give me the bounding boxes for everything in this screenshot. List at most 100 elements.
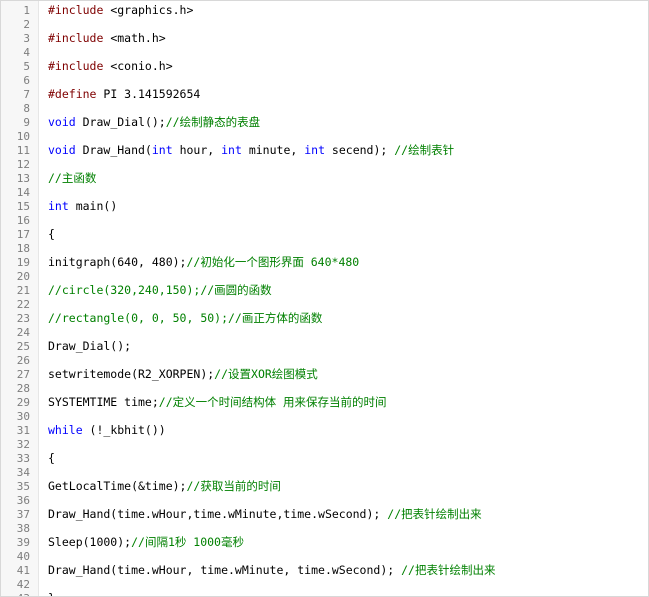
code-token: { bbox=[48, 451, 55, 465]
code-line[interactable]: 35 GetLocalTime(&time);//获取当前的时间 bbox=[1, 479, 648, 493]
code-line[interactable]: 10 bbox=[1, 129, 648, 143]
code-line[interactable]: 17 { bbox=[1, 227, 648, 241]
code-line[interactable]: 40 bbox=[1, 549, 648, 563]
code-token: //主函数 bbox=[48, 171, 97, 185]
code-token: //间隔1秒 1000毫秒 bbox=[131, 535, 244, 549]
line-number: 28 bbox=[16, 381, 30, 395]
code-line[interactable]: 33 { bbox=[1, 451, 648, 465]
line-number: 15 bbox=[16, 199, 30, 213]
code-line[interactable]: 30 bbox=[1, 409, 648, 423]
line-number: 27 bbox=[16, 367, 30, 381]
code-token: #include bbox=[48, 31, 104, 45]
code-text: int main() bbox=[48, 199, 117, 213]
code-line[interactable]: 41 Draw_Hand(time.wHour, time.wMinute, ti… bbox=[1, 563, 648, 577]
code-line[interactable]: 22 bbox=[1, 297, 648, 311]
code-token: #include bbox=[48, 59, 104, 73]
code-line[interactable]: 23 //rectangle(0, 0, 50, 50);//画正方体的函数 bbox=[1, 311, 648, 325]
line-number: 34 bbox=[16, 465, 30, 479]
code-token: Draw_Dial(); bbox=[48, 339, 132, 353]
line-number: 1 bbox=[23, 3, 30, 17]
line-number: 42 bbox=[16, 577, 30, 591]
code-token: //设置XOR绘图模式 bbox=[214, 367, 318, 381]
code-line[interactable]: 25 Draw_Dial(); bbox=[1, 339, 648, 353]
line-number: 18 bbox=[16, 241, 30, 255]
code-line[interactable]: 12 bbox=[1, 157, 648, 171]
code-token: PI 3.141592654 bbox=[96, 87, 201, 101]
line-number: 13 bbox=[16, 171, 30, 185]
code-line[interactable]: 2 bbox=[1, 17, 648, 31]
code-token: hour, bbox=[172, 143, 222, 157]
line-number: 29 bbox=[16, 395, 30, 409]
code-line[interactable]: 11 void Draw_Hand(int hour, int minute, i… bbox=[1, 143, 648, 157]
code-line[interactable]: 39 Sleep(1000);//间隔1秒 1000毫秒 bbox=[1, 535, 648, 549]
code-line[interactable]: 19 initgraph(640, 480);//初始化一个图形界面 640*48… bbox=[1, 255, 648, 269]
line-number: 40 bbox=[16, 549, 30, 563]
code-token: //初始化一个图形界面 640*480 bbox=[186, 255, 360, 269]
code-line[interactable]: 18 bbox=[1, 241, 648, 255]
code-line[interactable]: 24 bbox=[1, 325, 648, 339]
code-line[interactable]: 38 bbox=[1, 521, 648, 535]
code-token: initgraph(640, 480); bbox=[48, 255, 187, 269]
code-line[interactable]: 9 void Draw_Dial();//绘制静态的表盘 bbox=[1, 115, 648, 129]
code-text: //主函数 bbox=[48, 170, 96, 186]
code-token: SYSTEMTIME time; bbox=[48, 395, 159, 409]
code-line[interactable]: 36 bbox=[1, 493, 648, 507]
line-number: 36 bbox=[16, 493, 30, 507]
code-token: //把表针绘制出来 bbox=[401, 563, 496, 577]
code-token: <math.h> bbox=[103, 31, 166, 45]
code-line[interactable]: 37 Draw_Hand(time.wHour,time.wMinute,time… bbox=[1, 507, 648, 521]
code-line[interactable]: 34 bbox=[1, 465, 648, 479]
line-number: 23 bbox=[16, 311, 30, 325]
line-number: 11 bbox=[16, 143, 30, 157]
code-line[interactable]: 1 #include <graphics.h> bbox=[1, 3, 648, 17]
code-line[interactable]: 3 #include <math.h> bbox=[1, 31, 648, 45]
code-line[interactable]: 4 bbox=[1, 45, 648, 59]
code-text: SYSTEMTIME time;//定义一个时间结构体 用来保存当前的时间 bbox=[48, 394, 387, 410]
code-text: #include <graphics.h> bbox=[48, 3, 193, 17]
line-number: 10 bbox=[16, 129, 30, 143]
line-number: 6 bbox=[23, 73, 30, 87]
code-token: Draw_Dial(); bbox=[75, 115, 166, 129]
code-line[interactable]: 26 bbox=[1, 353, 648, 367]
code-token: main() bbox=[68, 199, 118, 213]
code-text: Draw_Hand(time.wHour,time.wMinute,time.w… bbox=[48, 506, 482, 522]
code-text: //circle(320,240,150);//画圆的函数 bbox=[48, 282, 272, 298]
code-token: Draw_Hand(time.wHour, time.wMinute, time… bbox=[48, 563, 402, 577]
code-line[interactable]: 20 bbox=[1, 269, 648, 283]
code-editor[interactable]: 1 #include <graphics.h> 2 3 #include <math.h… bbox=[0, 0, 649, 597]
code-token: //把表针绘制出来 bbox=[387, 507, 482, 521]
line-number: 22 bbox=[16, 297, 30, 311]
line-number: 3 bbox=[23, 31, 30, 45]
code-text: void Draw_Dial();//绘制静态的表盘 bbox=[48, 114, 260, 130]
code-token: GetLocalTime(&time); bbox=[48, 479, 187, 493]
code-token: <conio.h> bbox=[103, 59, 173, 73]
line-number: 24 bbox=[16, 325, 30, 339]
code-token: //rectangle(0, 0, 50, 50);//画正方体的函数 bbox=[48, 311, 323, 325]
line-number: 38 bbox=[16, 521, 30, 535]
code-line[interactable]: 28 bbox=[1, 381, 648, 395]
code-line[interactable]: 13 //主函数 bbox=[1, 171, 648, 185]
code-line[interactable]: 16 bbox=[1, 213, 648, 227]
code-line[interactable]: 8 bbox=[1, 101, 648, 115]
code-line[interactable]: 27 setwritemode(R2_XORPEN);//设置XOR绘图模式 bbox=[1, 367, 648, 381]
line-number: 17 bbox=[16, 227, 30, 241]
code-token: (!_kbhit()) bbox=[82, 423, 166, 437]
code-line[interactable]: 6 bbox=[1, 73, 648, 87]
line-number: 12 bbox=[16, 157, 30, 171]
code-line[interactable]: 14 bbox=[1, 185, 648, 199]
code-line[interactable]: 21 //circle(320,240,150);//画圆的函数 bbox=[1, 283, 648, 297]
code-line[interactable]: 43} bbox=[1, 591, 648, 596]
code-line[interactable]: 7 #define PI 3.141592654 bbox=[1, 87, 648, 101]
line-number: 16 bbox=[16, 213, 30, 227]
code-line[interactable]: 42 bbox=[1, 577, 648, 591]
code-text: Draw_Hand(time.wHour, time.wMinute, time… bbox=[48, 562, 495, 578]
code-line[interactable]: 29 SYSTEMTIME time;//定义一个时间结构体 用来保存当前的时间 bbox=[1, 395, 648, 409]
code-line[interactable]: 32 bbox=[1, 437, 648, 451]
code-token: int bbox=[221, 143, 242, 157]
line-number: 14 bbox=[16, 185, 30, 199]
code-line[interactable]: 31 while (!_kbhit()) bbox=[1, 423, 648, 437]
line-number: 7 bbox=[23, 87, 30, 101]
code-text: { bbox=[48, 451, 55, 465]
code-line[interactable]: 15 int main() bbox=[1, 199, 648, 213]
code-line[interactable]: 5 #include <conio.h> bbox=[1, 59, 648, 73]
